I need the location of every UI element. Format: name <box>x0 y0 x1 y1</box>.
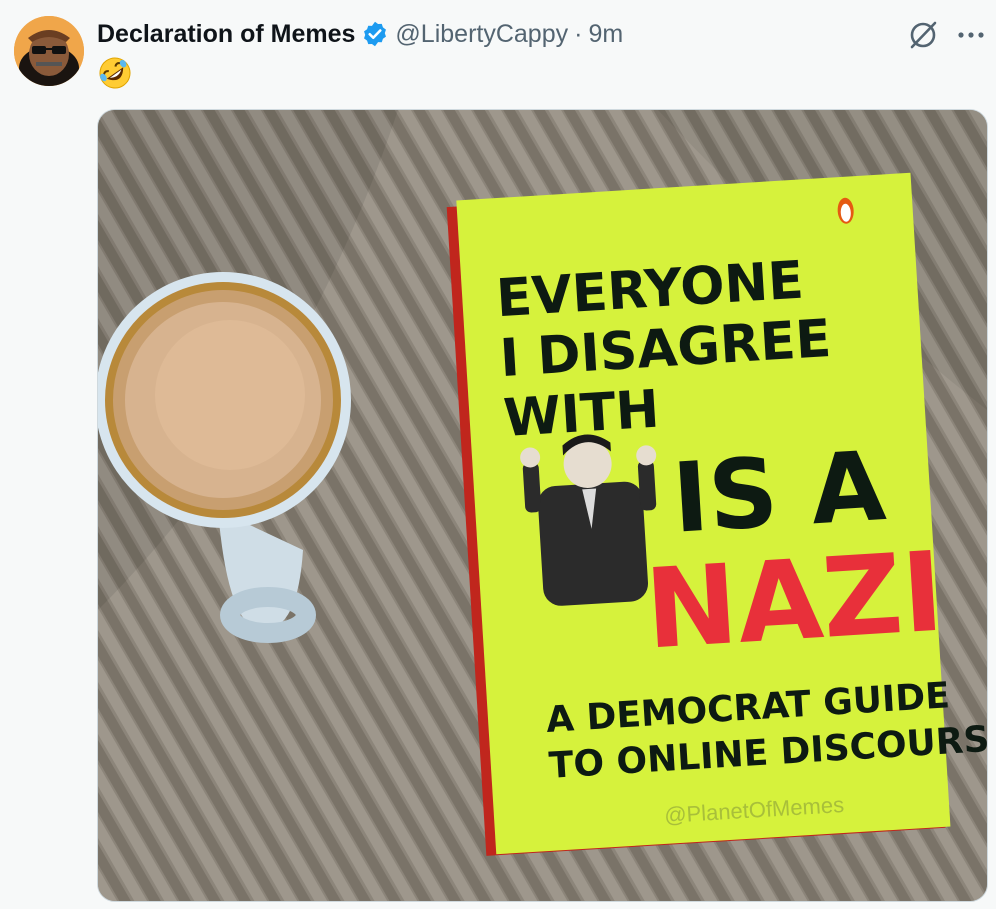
rolling-on-floor-laughing-emoji-icon <box>97 55 133 91</box>
display-name[interactable]: Declaration of Memes <box>97 20 355 49</box>
more-icon[interactable] <box>954 22 988 48</box>
grok-icon[interactable] <box>906 18 940 52</box>
post-header: Declaration of Memes @LibertyCappy · 9m <box>97 16 623 52</box>
post-media-image[interactable]: EVERYONE I DISAGREE WITH IS A NAZI A DEM… <box>97 109 988 902</box>
header-separator: · <box>574 19 583 48</box>
book-title-line5: NAZI <box>642 528 947 674</box>
author-avatar[interactable] <box>14 16 84 86</box>
post-timestamp[interactable]: 9m <box>588 20 623 49</box>
verified-badge-icon[interactable] <box>361 20 389 48</box>
author-handle[interactable]: @LibertyCappy <box>395 20 568 49</box>
